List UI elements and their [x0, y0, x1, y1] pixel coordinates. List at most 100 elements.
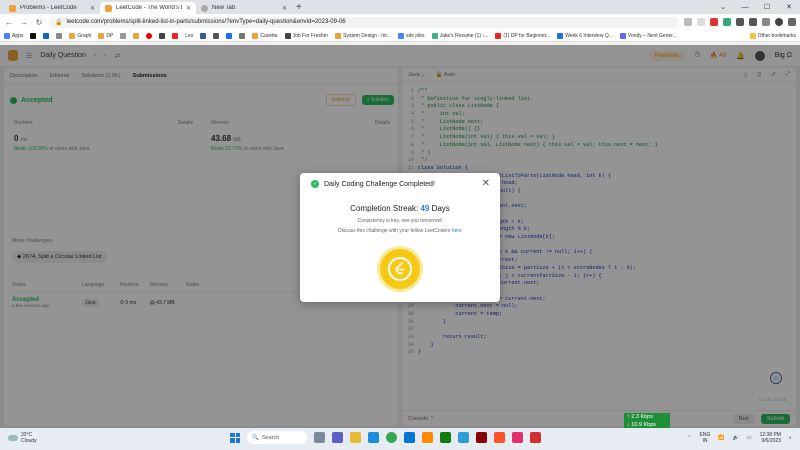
bookmark-cuvette[interactable]: Cuvette — [252, 32, 278, 39]
bookmark-vondy[interactable]: Vondy – Next Gener... — [619, 32, 677, 39]
url-text: leetcode.com/problems/split-linked-list-… — [66, 19, 346, 25]
system-tray: ⌃ ENG IN 📶 🔊 ▭ 12:38 PM 9/6/2023 ◐ — [687, 432, 792, 444]
teams-icon[interactable] — [332, 432, 343, 443]
bookmark-site[interactable] — [226, 32, 233, 39]
clock[interactable]: 12:38 PM 9/6/2023 — [760, 432, 781, 444]
url-field[interactable]: 🔒 leetcode.com/problems/split-linked-lis… — [49, 16, 679, 28]
daily-badge-icon — [380, 249, 420, 289]
bookmark-other[interactable]: Other bookmarks — [749, 32, 796, 39]
tray-overflow-icon[interactable]: ⌃ — [687, 435, 691, 441]
bookmark-job[interactable]: Job For Fresher — [284, 32, 328, 39]
browser-tab-strip: Problems - LeetCode ✕ LeetCode - The Wor… — [0, 0, 800, 14]
x-icon — [30, 32, 37, 39]
share-icon[interactable] — [684, 18, 692, 26]
task-view-icon[interactable] — [314, 432, 325, 443]
bookmark-icon — [335, 32, 342, 39]
bookmark-youtube[interactable] — [146, 32, 153, 39]
battery-icon[interactable]: ▭ — [747, 435, 752, 441]
check-circle-icon: ✓ — [311, 180, 319, 188]
bookmark-week6[interactable]: Week 6 Interview Q... — [557, 32, 613, 39]
discuss-link[interactable]: here — [452, 228, 462, 234]
window-controls: ⌄ — ☐ ✕ — [712, 0, 800, 14]
bookmark-icon — [120, 32, 127, 39]
modal-discuss: Discuss this challenge with your fellow … — [338, 228, 462, 234]
bookmark-icon — [172, 32, 179, 39]
xbox-icon[interactable] — [440, 432, 451, 443]
bookmark-dp-beginner[interactable]: (1) DP for Beginner... — [495, 32, 550, 39]
tab-search-icon[interactable]: ⌄ — [712, 0, 734, 14]
close-tab-icon[interactable]: ✕ — [186, 5, 191, 12]
bookmark-apps[interactable]: Apps — [4, 32, 23, 39]
profile-icon[interactable] — [775, 18, 783, 26]
google-icon — [397, 32, 404, 39]
bookmark-dp[interactable]: DP — [98, 32, 113, 39]
bookmark-jakes-resume[interactable]: Jake's Resume (1) -... — [431, 32, 488, 39]
close-icon[interactable]: ✕ — [482, 178, 490, 189]
new-tab-button[interactable]: + — [296, 2, 302, 14]
photos-icon[interactable] — [458, 432, 469, 443]
bookmark-system-design[interactable]: System Design - Int... — [335, 32, 391, 39]
minimize-icon[interactable]: — — [734, 0, 756, 14]
bookmark-site[interactable] — [133, 32, 140, 39]
bookmark-site[interactable] — [200, 32, 207, 39]
bookmark-site[interactable] — [159, 32, 166, 39]
volume-icon[interactable]: 🔊 — [733, 435, 739, 441]
completion-streak: Completion Streak: 49 Days — [350, 204, 450, 213]
forward-icon[interactable]: → — [19, 18, 29, 27]
weather-widget[interactable]: 33°C Cloudy — [8, 432, 37, 444]
bookmark-lex[interactable]: Lex — [185, 33, 193, 39]
star-icon[interactable] — [697, 18, 705, 26]
edge-icon[interactable] — [368, 432, 379, 443]
reload-icon[interactable]: ↻ — [34, 18, 44, 27]
close-tab-icon[interactable]: ✕ — [282, 5, 287, 12]
linkedin-icon — [43, 32, 50, 39]
bookmark-site[interactable] — [56, 32, 63, 39]
browser-tab-new[interactable]: New Tab ✕ — [196, 2, 292, 14]
bookmark-icon — [284, 32, 291, 39]
instagram-icon[interactable] — [512, 432, 523, 443]
tab-title: LeetCode - The World's Leading — [116, 5, 182, 11]
brave-icon[interactable] — [494, 432, 505, 443]
close-window-icon[interactable]: ✕ — [778, 0, 800, 14]
bookmark-site[interactable] — [213, 32, 220, 39]
extension-icon[interactable] — [723, 18, 731, 26]
bookmark-icon — [213, 32, 220, 39]
pdf-icon[interactable] — [530, 432, 541, 443]
streak-value: 49 — [420, 204, 430, 213]
bookmark-linkedin[interactable] — [43, 32, 50, 39]
extension-icon[interactable] — [710, 18, 718, 26]
browser-tab-leetcode[interactable]: LeetCode - The World's Leading ✕ — [100, 2, 196, 14]
windows-start-icon[interactable] — [230, 432, 240, 443]
close-tab-icon[interactable]: ✕ — [90, 5, 95, 12]
back-icon[interactable]: ← — [4, 18, 14, 27]
chrome-icon[interactable] — [386, 432, 397, 443]
puzzle-icon[interactable] — [749, 18, 757, 26]
vscode-icon[interactable] — [404, 432, 415, 443]
kebab-menu-icon[interactable] — [788, 18, 796, 26]
bookmark-sde-jobs[interactable]: sde jobs — [397, 32, 425, 39]
search-icon: 🔍 — [252, 434, 259, 441]
bookmark-site[interactable] — [120, 32, 127, 39]
bookmark-icon — [56, 32, 63, 39]
app-icon[interactable] — [476, 432, 487, 443]
upload-speed: ↑ 2.3 Kbps — [627, 414, 653, 420]
bookmark-site[interactable] — [172, 32, 179, 39]
browser-tab-problems[interactable]: Problems - LeetCode ✕ — [4, 2, 100, 14]
lock-icon: 🔒 — [55, 19, 63, 26]
extension-icon[interactable] — [736, 18, 744, 26]
maximize-icon[interactable]: ☐ — [756, 0, 778, 14]
wifi-icon[interactable]: 📶 — [718, 435, 724, 441]
vlc-icon[interactable] — [422, 432, 433, 443]
bookmark-site[interactable] — [239, 32, 246, 39]
notification-icon[interactable]: ◐ — [789, 435, 792, 441]
bookmark-graph[interactable]: Graph — [69, 32, 91, 39]
sidebar-icon[interactable] — [762, 18, 770, 26]
bookmark-icon — [557, 32, 564, 39]
bookmark-x[interactable] — [30, 32, 37, 39]
file-explorer-icon[interactable] — [350, 432, 361, 443]
language-indicator[interactable]: ENG IN — [700, 432, 711, 444]
taskbar-apps: 🔍 Search — [230, 431, 541, 444]
taskbar-search[interactable]: 🔍 Search — [247, 431, 307, 444]
modal-header: ✓ Daily Coding Challenge Completed! — [311, 180, 435, 188]
leetcode-logo-icon — [388, 257, 412, 281]
